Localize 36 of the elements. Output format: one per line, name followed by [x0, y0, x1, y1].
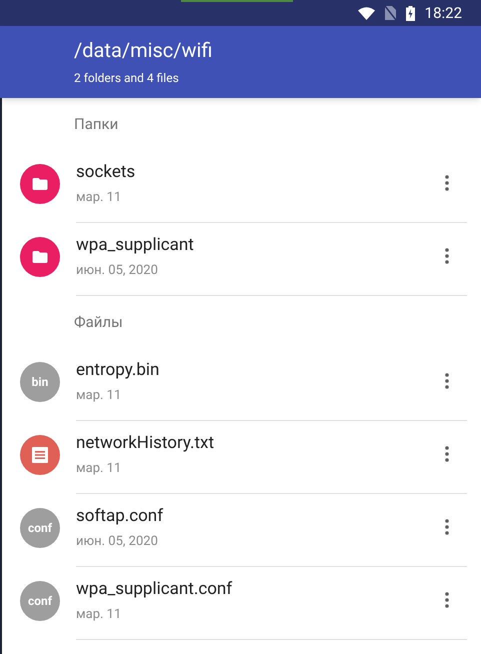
file-name: softap.conf	[76, 506, 164, 528]
section-header: Папки	[74, 114, 118, 135]
file-name: wpa_supplicant	[76, 235, 195, 256]
file-date: мар. 11	[76, 388, 122, 404]
file-name: sockets	[76, 162, 136, 184]
status-time: 18:22	[424, 2, 462, 24]
file-row[interactable]: bin entropy.bin мар. 11	[2, 348, 481, 421]
file-date: июн. 05, 2020	[76, 534, 159, 550]
battery-charging-icon	[406, 6, 415, 20]
wifi-icon	[358, 6, 375, 20]
file-date: мар. 11	[76, 606, 122, 623]
file-date: мар. 11	[76, 460, 122, 477]
section-header: Файлы	[74, 312, 123, 333]
file-row[interactable]: conf wpa_supplicant.conf мар. 11	[2, 567, 481, 640]
file-row[interactable]: networkHistory.txt мар. 11	[2, 421, 481, 494]
file-row[interactable]: conf softap.conf июн. 05, 2020	[2, 494, 481, 567]
more-vertical-icon	[445, 519, 449, 535]
more-vertical-icon	[445, 175, 449, 191]
no-sim-icon	[384, 6, 396, 20]
more-vertical-icon	[445, 592, 449, 608]
file-row[interactable]: sockets мар. 11	[2, 150, 481, 223]
file-name: networkHistory.txt	[76, 433, 216, 454]
folder-summary: 2 folders and 4 files	[74, 71, 180, 86]
file-date: июн. 05, 2020	[76, 262, 159, 279]
file-name: entropy.bin	[76, 360, 160, 382]
file-type-label: conf	[28, 594, 52, 606]
document-icon	[31, 446, 49, 464]
more-vertical-icon	[445, 248, 449, 264]
file-type-label: conf	[28, 522, 52, 534]
folder-path-title: /data/misc/wifi	[74, 38, 214, 63]
file-type-label: bin	[32, 376, 48, 388]
more-vertical-icon	[445, 446, 449, 462]
file-row[interactable]: wpa_supplicant июн. 05, 2020	[2, 223, 481, 296]
file-name: wpa_supplicant.conf	[76, 579, 234, 600]
more-vertical-icon	[445, 373, 449, 389]
file-date: мар. 11	[76, 190, 122, 206]
